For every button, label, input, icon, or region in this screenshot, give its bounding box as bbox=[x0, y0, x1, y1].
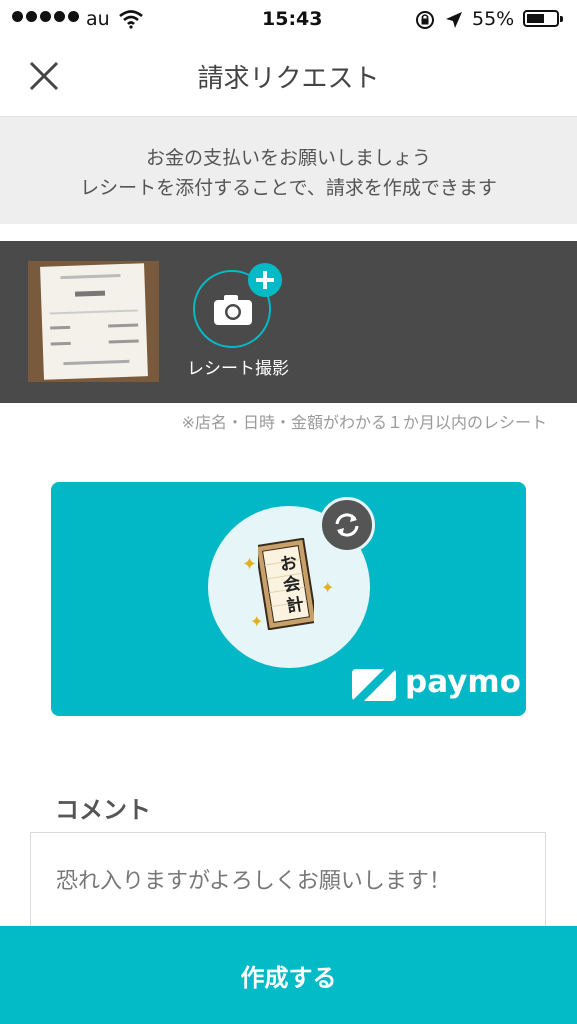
change-design-button[interactable] bbox=[319, 497, 375, 553]
carrier-label: au bbox=[86, 8, 110, 30]
battery-icon bbox=[523, 10, 563, 27]
comment-label: コメント bbox=[55, 796, 151, 824]
sparkle-icon: ✦ bbox=[321, 578, 335, 597]
nav-header: 請求リクエスト bbox=[0, 40, 577, 117]
receipt-note: ※店名・日時・金額がわかる１か月以内のレシート bbox=[181, 413, 547, 432]
receipt-thumbnail[interactable] bbox=[28, 261, 159, 382]
create-button[interactable]: 作成する bbox=[0, 926, 577, 1024]
receipt-gallery: レシート撮影 bbox=[0, 241, 577, 403]
location-arrow-icon bbox=[446, 12, 462, 28]
signal-strength-icon bbox=[12, 11, 79, 22]
rotation-lock-icon bbox=[416, 11, 434, 29]
sparkle-icon: ✦ bbox=[242, 554, 258, 575]
status-bar: au 15:43 55% bbox=[0, 0, 577, 40]
clock: 15:43 bbox=[262, 8, 323, 30]
wifi-icon bbox=[119, 10, 143, 29]
refresh-icon bbox=[335, 513, 359, 537]
design-card[interactable]: お会計 ✦ ✦ ✦ paymo bbox=[51, 482, 526, 716]
page-title: 請求リクエスト bbox=[197, 64, 380, 94]
brand-label: paymo bbox=[405, 664, 521, 700]
info-line-1: お金の支払いをお願いしましょう bbox=[145, 147, 431, 169]
paymo-logo-icon bbox=[352, 669, 396, 701]
sparkle-icon: ✦ bbox=[250, 612, 264, 631]
comment-text[interactable]: 恐れ入りますがよろしくお願いします！ bbox=[56, 863, 451, 895]
battery-percent: 55% bbox=[472, 8, 515, 30]
camera-label: レシート撮影 bbox=[187, 359, 289, 379]
camera-icon bbox=[214, 295, 252, 325]
info-banner: お金の支払いをお願いしましょう レシートを添付することで、請求を作成できます bbox=[0, 117, 577, 224]
add-photo-icon[interactable] bbox=[248, 263, 282, 297]
info-line-2: レシートを添付することで、請求を作成できます bbox=[80, 177, 497, 199]
